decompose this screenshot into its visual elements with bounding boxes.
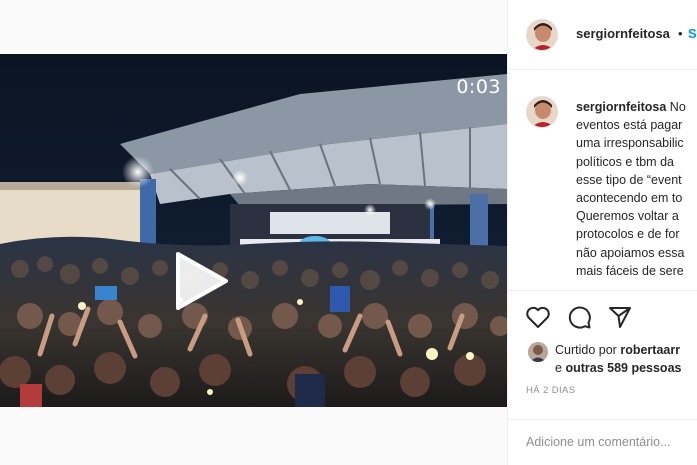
caption-username[interactable]: sergiornfeitosa [576, 100, 666, 114]
post-header: sergiornfeitosa • S [508, 0, 697, 70]
caption-line: não apoiamos essa [576, 245, 685, 260]
post-time[interactable]: HÁ 2 DIAS [526, 385, 576, 396]
post-actions: Curtido por robertaarr e outras 589 pess… [508, 290, 697, 465]
liked-user-link[interactable]: robertaarr [620, 343, 680, 357]
caption-line: protocolos e de for [576, 227, 680, 242]
post-video[interactable]: 0:03 [0, 54, 507, 407]
liked-by-line: Curtido por robertaarr [555, 343, 680, 357]
comment-icon[interactable] [565, 303, 593, 331]
caption-line: esse tipo de “event [576, 172, 682, 187]
caption-avatar[interactable] [526, 96, 558, 128]
heart-icon[interactable] [524, 303, 552, 331]
caption-line: eventos está pagar [576, 118, 683, 133]
post-caption: sergiornfeitosa No eventos está pagar um… [576, 98, 697, 280]
liked-others-line: e outras 589 pessoas [555, 361, 681, 375]
author-avatar[interactable] [526, 19, 558, 51]
caption-first-line: sergiornfeitosa No [576, 98, 697, 116]
avatar-image [527, 20, 557, 50]
video-timer: 0:03 [456, 76, 501, 98]
caption-line: políticos e tbm da [576, 154, 674, 169]
comment-box [508, 419, 697, 465]
caption-text: No [669, 100, 686, 114]
liked-others-link[interactable]: outras 589 pessoas [565, 361, 681, 375]
liker-avatar[interactable] [528, 342, 548, 362]
liked-prefix: Curtido por [555, 343, 617, 357]
share-icon[interactable] [606, 303, 634, 331]
header-separator: • [678, 26, 683, 41]
caption-line: Queremos voltar a [576, 209, 679, 224]
play-icon [176, 252, 228, 310]
post-side-panel: sergiornfeitosa • S sergiornfeitosa No e… [507, 0, 697, 465]
header-username[interactable]: sergiornfeitosa [576, 26, 670, 41]
play-button[interactable] [166, 248, 232, 314]
follow-button[interactable]: S [688, 26, 697, 41]
caption-line: uma irresponsabilic [576, 136, 684, 151]
caption-line: mais fáceis de sere [576, 263, 684, 278]
video-frame [0, 54, 507, 407]
liked-and: e [555, 361, 562, 375]
comment-input[interactable] [526, 431, 697, 453]
avatar-image [527, 97, 557, 127]
caption-line: acontecendo em to [576, 191, 683, 206]
avatar-image [528, 342, 548, 362]
